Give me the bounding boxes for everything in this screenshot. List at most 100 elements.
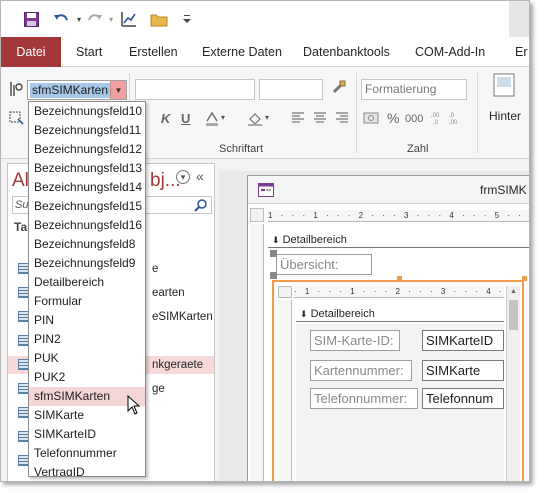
increase-decimals-icon[interactable]: ,00,0 [431,111,445,128]
dropdown-item[interactable]: Bezeichnungsfeld12 [29,140,145,159]
object-selector-value: sfmSIMKarten [30,83,111,98]
decrease-decimals-icon[interactable]: ,0,00 [449,111,463,128]
folder-icon[interactable] [149,9,169,29]
nav-item-label: nkgeraete [152,359,204,371]
svg-text:,0: ,0 [433,120,439,125]
redo-dropdown-icon[interactable]: ▾ [101,9,121,29]
dropdown-item[interactable]: PIN [29,311,145,330]
quick-access-toolbar: ▾ ▾ [1,1,529,37]
search-icon[interactable] [194,198,208,215]
form-icon [258,183,274,200]
background-button-label[interactable]: Hinter [489,109,521,123]
detail-section-label: Detailbereich [282,234,347,246]
dropdown-item[interactable]: Bezeichnungsfeld13 [29,159,145,178]
dropdown-item[interactable]: VertragID [29,463,145,476]
align-right-icon[interactable] [335,111,349,127]
collapse-pane-icon[interactable]: « [196,168,204,184]
dropdown-item[interactable]: PUK2 [29,368,145,387]
background-image-icon[interactable] [493,73,515,100]
form-selector[interactable] [250,208,264,222]
form-window-titlebar: frmSIMK [248,176,529,204]
select-all-icon[interactable] [9,111,25,130]
tab-external-data[interactable]: Externe Daten [202,37,282,67]
nav-item-label: ge [152,383,165,395]
align-center-icon[interactable] [313,111,327,127]
dropdown-item[interactable]: Bezeichnungsfeld8 [29,235,145,254]
customize-icon[interactable] [177,9,197,29]
field-textbox[interactable]: SIMKarteID [422,330,504,351]
subform-horizontal-ruler: · 1 · · · 1 · · · 2 · · · 3 · · · 4 · · … [294,286,504,298]
dropdown-item[interactable]: Bezeichnungsfeld10 [29,102,145,121]
scroll-up-icon[interactable]: ▲ [510,288,517,295]
svg-text:,00: ,00 [449,120,458,125]
font-name-combo[interactable] [135,79,255,100]
save-icon[interactable] [21,9,41,29]
tab-start[interactable]: Start [76,37,102,67]
window-control-button[interactable] [509,1,529,37]
field-label[interactable]: Kartennummer: [310,360,412,381]
property-selector-icon[interactable] [9,81,23,100]
field-label[interactable]: SIM-Karte-ID: [310,330,400,351]
scrollbar-thumb[interactable] [509,300,518,330]
subform-detail-section-header[interactable]: ⬇ Detailbereich [296,306,504,322]
nav-pane-title: Al bj... [12,170,181,192]
font-size-combo[interactable] [259,79,323,100]
dropdown-item[interactable]: Telefonnummer [29,444,145,463]
thousands-button[interactable]: 000 [405,113,423,125]
selection-handle[interactable] [270,272,277,279]
chevron-down-icon[interactable]: ▼ [110,81,126,99]
ribbon-separator [477,73,478,153]
subform-selector[interactable] [278,286,292,298]
percent-button[interactable]: % [387,110,399,126]
dropdown-item[interactable]: SIMKarteID [29,425,145,444]
field-textbox[interactable]: SIMKarte [422,360,504,381]
subform-control[interactable]: · 1 · · · 1 · · · 2 · · · 3 · · · 4 · · … [272,280,524,481]
access-window: ▾ ▾ Datei Start Erstellen Externe Daten … [0,0,530,482]
dropdown-item[interactable]: PUK [29,349,145,368]
dropdown-item[interactable]: Formular [29,292,145,311]
font-color-icon[interactable] [205,111,219,130]
dropdown-item[interactable]: Bezeichnungsfeld16 [29,216,145,235]
font-group-label: Schriftart [219,143,264,155]
subform-scrollbar[interactable]: ▲ [506,286,520,481]
tab-com-add-in[interactable]: COM-Add-In [415,37,485,67]
tab-database-tools[interactable]: Datenbanktools [303,37,390,67]
dropdown-item[interactable]: Bezeichnungsfeld11 [29,121,145,140]
chevron-down-icon[interactable]: ▾ [265,113,269,122]
object-selector-combo[interactable]: sfmSIMKarten ▼ [27,80,127,100]
tab-cut-off[interactable]: Er [515,37,528,67]
number-format-combo[interactable]: Formatierung [361,79,467,100]
align-left-icon[interactable] [291,111,305,127]
tab-file[interactable]: Datei [1,37,61,67]
field-textbox[interactable]: Telefonnum [422,388,504,409]
undo-icon[interactable] [51,9,71,29]
uebersicht-label[interactable]: Übersicht: [276,254,372,275]
nav-item-label: eSIMKarten [152,311,213,323]
underline-button[interactable]: U [181,111,190,126]
dropdown-item[interactable]: Bezeichnungsfeld15 [29,197,145,216]
tab-create[interactable]: Erstellen [129,37,178,67]
italic-button[interactable]: K [161,111,170,126]
horizontal-ruler: 1 · · · 1 · · · 2 · · · 3 · · · 4 · · · … [268,210,529,222]
design-surface: frmSIMK 1 · · · 1 · · · 2 · · · 3 · · · … [219,171,529,481]
dropdown-item[interactable]: Bezeichnungsfeld14 [29,178,145,197]
format-painter-icon[interactable] [331,79,347,98]
nav-group-label[interactable]: Ta [14,220,27,234]
nav-menu-chevron-icon[interactable]: ▾ [176,170,190,184]
dropdown-item[interactable]: PIN2 [29,330,145,349]
dropdown-item[interactable]: Bezeichnungsfeld9 [29,254,145,273]
detail-section-header[interactable]: ⬇ Detailbereich [268,232,529,248]
selection-handle[interactable] [270,250,277,257]
nav-title-start: Al [12,170,29,191]
chevron-down-icon[interactable]: ▾ [221,113,225,122]
mouse-cursor-icon [127,394,141,418]
currency-icon[interactable] [363,111,379,128]
field-label[interactable]: Telefonnummer: [310,388,418,409]
form-design-icon[interactable] [119,9,139,29]
nav-item-label: e [152,263,159,275]
fill-color-icon[interactable] [247,111,263,130]
nav-item-label: earten [152,287,185,299]
subform-vertical-ruler [278,300,292,481]
ribbon-tabs: Datei Start Erstellen Externe Daten Date… [1,37,529,67]
dropdown-item[interactable]: Detailbereich [29,273,145,292]
